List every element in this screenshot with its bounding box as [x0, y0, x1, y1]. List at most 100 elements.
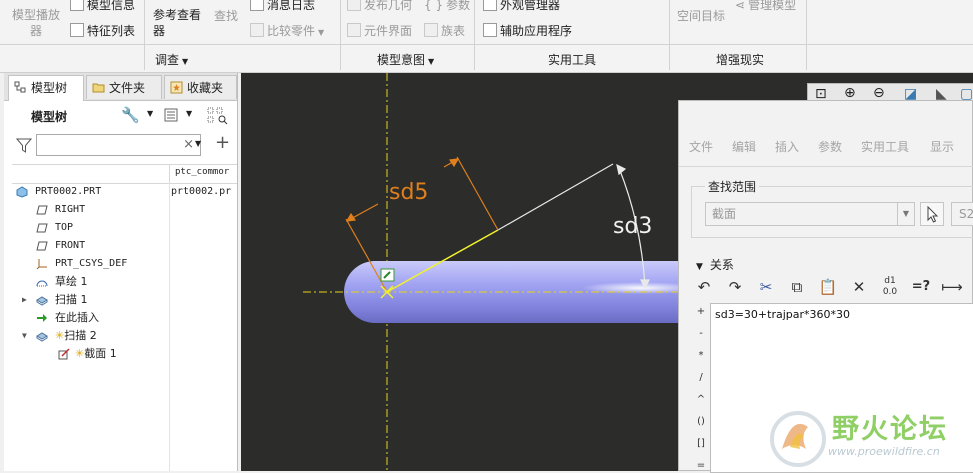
tree-item-sketch-1[interactable]: 草绘 1	[4, 273, 237, 291]
compare-part-button[interactable]: 比较零件 ▼	[250, 22, 324, 39]
datum-plane-icon	[36, 223, 48, 233]
operator-equals[interactable]: =	[691, 460, 711, 471]
list-icon	[70, 23, 84, 37]
group-label-investigate[interactable]: 调查 ▼	[155, 51, 188, 68]
settings-tools-icon[interactable]: 🔧	[121, 106, 140, 124]
model-info-button[interactable]: 模型信息	[70, 0, 135, 13]
relation-text[interactable]: sd3=30+trajpar*360*30	[715, 308, 850, 321]
relations-section-header[interactable]: ▼ 关系	[696, 256, 734, 273]
chevron-down-icon[interactable]: ▼	[195, 139, 201, 148]
model-playback-button[interactable]: 模型播放 器	[11, 7, 61, 39]
decimal-icon[interactable]: d1 0.0	[879, 276, 901, 298]
aux-applications-button[interactable]: 辅助应用程序	[483, 22, 572, 39]
paste-icon[interactable]: 📋	[817, 276, 839, 298]
watermark-url: www.proewildfire.cn	[828, 445, 940, 458]
dimension-icon[interactable]: ⟼	[941, 276, 963, 298]
menu-edit[interactable]: 编辑	[732, 138, 756, 155]
sd5-label[interactable]: sd5	[389, 180, 428, 205]
tab-folder[interactable]: 文件夹	[86, 75, 162, 99]
tab-favorites[interactable]: 收藏夹	[164, 75, 237, 99]
collapse-arrow-icon[interactable]: ▼	[22, 327, 27, 345]
appearance-manager-button[interactable]: 外观管理器	[483, 0, 560, 13]
tree-item-sweep-2[interactable]: ▼ ✳扫描 2	[4, 327, 237, 345]
watermark: 野火论坛 www.proewildfire.cn	[762, 405, 973, 471]
operator-divide[interactable]: /	[691, 372, 711, 383]
menu-file[interactable]: 文件	[689, 138, 713, 155]
operator-power[interactable]: ^	[691, 394, 711, 405]
column-header: ptc_commor	[12, 164, 237, 184]
evaluate-icon[interactable]: =?	[910, 276, 932, 298]
favorites-icon	[170, 81, 183, 94]
collapse-arrow-icon[interactable]: ▼	[696, 262, 703, 272]
share-icon: ⋖	[735, 0, 746, 12]
chevron-down-icon[interactable]: ▼	[147, 109, 153, 118]
operator-minus[interactable]: -	[691, 328, 711, 339]
model-tree-panel: 模型树 文件夹 收藏夹 模型树 🔧 ▼ ▼ × ▼ + ptc_commor P…	[4, 73, 238, 471]
column-header-ptc: ptc_commor	[175, 167, 230, 177]
parameters-button[interactable]: { } 参数	[424, 0, 470, 13]
tree-filter-settings-icon[interactable]	[207, 107, 229, 125]
tree-item-csys[interactable]: PRT_CSYS_DEF	[4, 255, 237, 273]
tree-item-insert-here[interactable]: 在此插入	[4, 309, 237, 327]
group-label-model-intent[interactable]: 模型意图 ▼	[377, 51, 434, 68]
relations-toolbar: ↶ ↷ ✂ ⧉ 📋 ✕ d1 0.0 =? ⟼	[693, 276, 973, 300]
reference-viewer-button[interactable]: 参考查看 器	[153, 7, 205, 39]
copy-icon[interactable]: ⧉	[786, 276, 808, 298]
datum-plane-icon	[36, 205, 48, 215]
redo-icon[interactable]: ↷	[724, 276, 746, 298]
filter-icon[interactable]	[16, 138, 32, 153]
find-button[interactable]: 查找	[214, 7, 238, 24]
pick-button[interactable]	[920, 202, 944, 226]
zoom-out-icon[interactable]: ⊖	[873, 85, 885, 101]
tree-item-part-value: prt0002.pr	[171, 186, 232, 197]
undo-icon[interactable]: ↶	[693, 276, 715, 298]
add-icon[interactable]: +	[215, 132, 230, 153]
menu-display[interactable]: 显示	[930, 138, 954, 155]
operator-parentheses[interactable]: ()	[691, 416, 711, 427]
tree-item-section-1-label: ✳截面 1	[75, 347, 117, 360]
feature-list-button[interactable]: 特征列表	[70, 22, 135, 39]
tree-item-right[interactable]: RIGHT	[4, 201, 237, 219]
ribbon-group-bar	[0, 44, 973, 45]
folder-icon	[92, 83, 105, 93]
tree-item-top[interactable]: TOP	[4, 219, 237, 237]
tree-item-sweep-1[interactable]: ▶ 扫描 1	[4, 291, 237, 309]
scope-select[interactable]: 截面 ▼	[705, 202, 915, 226]
operator-plus[interactable]: +	[691, 306, 711, 317]
message-log-button[interactable]: 消息日志	[250, 0, 315, 13]
info-icon	[70, 0, 84, 11]
tree-item-part[interactable]: PRT0002.PRT prt0002.pr	[4, 183, 237, 201]
tab-model-tree[interactable]: 模型树	[8, 75, 84, 101]
component-interface-button[interactable]: 元件界面	[347, 22, 412, 39]
insert-arrow-icon	[37, 314, 47, 322]
tree-item-section-1[interactable]: ✳截面 1	[4, 345, 237, 363]
manage-model-button[interactable]: ⋖ 管理模型	[735, 0, 796, 13]
panel-tabs: 模型树 文件夹 收藏夹	[4, 73, 237, 101]
publish-geometry-button[interactable]: 发布几何	[347, 0, 412, 13]
operator-brackets[interactable]: []	[691, 438, 711, 449]
menu-insert[interactable]: 插入	[775, 138, 799, 155]
sweep-icon	[36, 332, 48, 342]
space-target-button[interactable]: 空间目标	[677, 7, 725, 24]
operator-multiply[interactable]: *	[691, 350, 711, 361]
scope-label: 查找范围	[705, 178, 760, 195]
filter-row: × ▼ +	[4, 131, 237, 159]
delete-icon[interactable]: ✕	[848, 276, 870, 298]
menu-utilities[interactable]: 实用工具	[861, 138, 909, 155]
family-table-button[interactable]: 族表	[424, 22, 465, 39]
expand-arrow-icon[interactable]: ▶	[22, 291, 27, 309]
cut-icon[interactable]: ✂	[755, 276, 777, 298]
menu-parameters[interactable]: 参数	[818, 138, 842, 155]
search-input[interactable]: ×	[36, 134, 201, 156]
chevron-down-icon[interactable]: ▼	[897, 203, 914, 225]
chevron-down-icon[interactable]: ▼	[186, 109, 192, 118]
zoom-in-icon[interactable]: ⊕	[844, 85, 856, 101]
scope-id-field[interactable]: S2	[951, 202, 973, 226]
section-icon	[58, 348, 70, 360]
sweep-icon	[36, 296, 48, 306]
show-columns-icon[interactable]	[164, 108, 178, 122]
tree-item-front[interactable]: FRONT	[4, 237, 237, 255]
regen-star-icon: ✳	[55, 329, 65, 342]
sd3-label[interactable]: sd3	[613, 214, 652, 239]
clear-icon[interactable]: ×	[183, 137, 194, 152]
